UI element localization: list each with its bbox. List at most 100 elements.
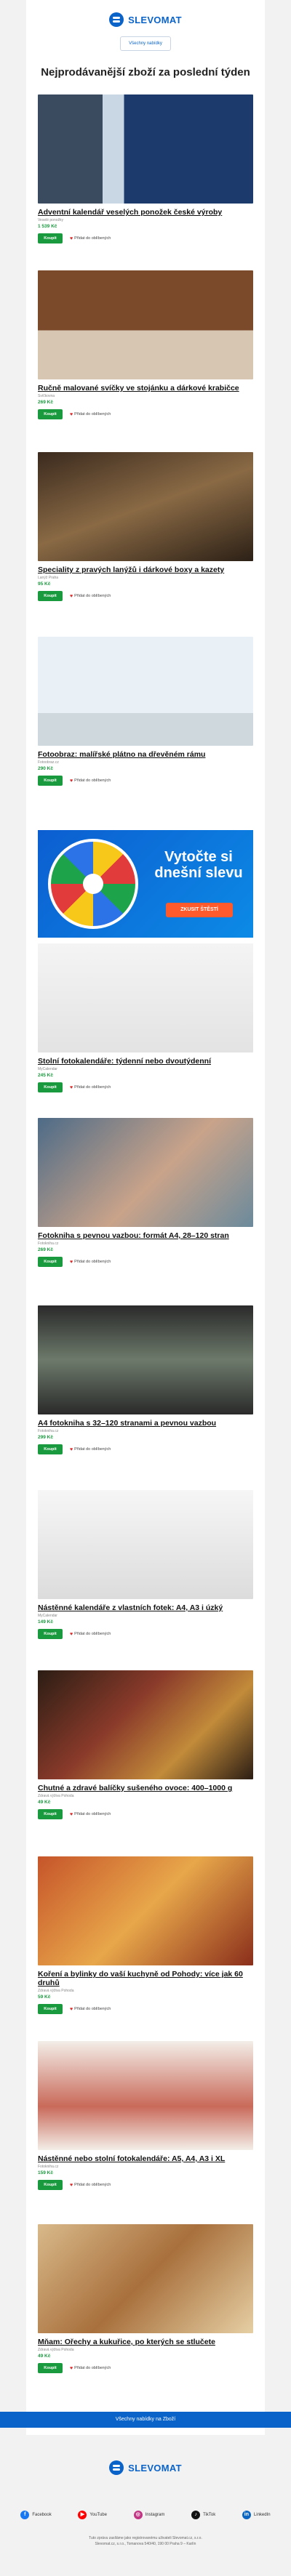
social-label: Instagram bbox=[145, 2513, 165, 2517]
add-to-favorites-link[interactable]: ♥ Přidat do oblíbených bbox=[70, 778, 111, 784]
social-link-tiktok[interactable]: ♪ TikTok bbox=[191, 2511, 215, 2519]
buy-button[interactable]: Koupit bbox=[38, 1257, 63, 1267]
heart-icon: ♥ bbox=[70, 1084, 73, 1090]
product-title-link[interactable]: Chutné a zdravé balíčky sušeného ovoce: … bbox=[38, 1784, 253, 1792]
add-to-favorites-link[interactable]: ♥ Přidat do oblíbených bbox=[70, 236, 111, 241]
facebook-icon: f bbox=[20, 2511, 30, 2519]
footer-logo[interactable]: SLEVOMAT bbox=[0, 2457, 291, 2479]
youtube-icon: ▶ bbox=[78, 2511, 87, 2519]
product-title-link[interactable]: Fotokniha s pevnou vazbou: formát A4, 28… bbox=[38, 1231, 253, 1240]
product-image[interactable] bbox=[38, 1490, 253, 1599]
product-item: A4 fotokniha s 32–120 stranami a pevnou … bbox=[38, 1305, 253, 1454]
product-image[interactable] bbox=[38, 94, 253, 204]
add-to-favorites-link[interactable]: ♥ Přidat do oblíbených bbox=[70, 2183, 111, 2188]
add-to-favorites-link[interactable]: ♥ Přidat do oblíbených bbox=[70, 1260, 111, 1265]
favorites-label: Přidat do oblíbených bbox=[74, 1632, 111, 1636]
product-title-link[interactable]: A4 fotokniha s 32–120 stranami a pevnou … bbox=[38, 1419, 253, 1428]
product-actions: Koupit ♥ Přidat do oblíbených bbox=[38, 1444, 253, 1454]
favorites-label: Přidat do oblíbených bbox=[74, 2366, 111, 2370]
try-luck-button[interactable]: ZKUSIT ŠTĚSTÍ bbox=[166, 903, 233, 917]
add-to-favorites-link[interactable]: ♥ Přidat do oblíbených bbox=[70, 594, 111, 599]
buy-button[interactable]: Koupit bbox=[38, 2363, 63, 2373]
add-to-favorites-link[interactable]: ♥ Přidat do oblíbených bbox=[70, 412, 111, 417]
product-image[interactable] bbox=[38, 452, 253, 561]
add-to-favorites-link[interactable]: ♥ Přidat do oblíbených bbox=[70, 1447, 111, 1452]
product-title-link[interactable]: Ručně malované svíčky ve stojánku a dárk… bbox=[38, 384, 253, 393]
add-to-favorites-link[interactable]: ♥ Přidat do oblíbených bbox=[70, 1632, 111, 1637]
buy-button[interactable]: Koupit bbox=[38, 1444, 63, 1454]
wheel-of-fortune-banner[interactable]: Vytočte si dnešní slevu ZKUSIT ŠTĚSTÍ bbox=[38, 830, 253, 938]
product-seller: Zdravá výživa Pohoda bbox=[38, 1989, 74, 1993]
buy-button[interactable]: Koupit bbox=[38, 409, 63, 419]
product-actions: Koupit ♥ Přidat do oblíbených bbox=[38, 233, 253, 243]
social-link-youtube[interactable]: ▶ YouTube bbox=[78, 2511, 107, 2519]
social-link-facebook[interactable]: f Facebook bbox=[20, 2511, 52, 2519]
product-image[interactable] bbox=[38, 1670, 253, 1779]
slevomat-logo-icon bbox=[109, 2460, 124, 2475]
social-link-instagram[interactable]: ◎ Instagram bbox=[133, 2511, 165, 2519]
product-title-link[interactable]: Adventní kalendář veselých ponožek české… bbox=[38, 208, 253, 217]
buy-button[interactable]: Koupit bbox=[38, 2004, 63, 2014]
heart-icon: ♥ bbox=[70, 1259, 73, 1265]
product-image[interactable] bbox=[38, 1305, 253, 1414]
product-price: 149 Kč bbox=[38, 1619, 53, 1625]
product-image[interactable] bbox=[38, 1856, 253, 1965]
all-offers-button[interactable]: Všechny nabídky bbox=[120, 36, 171, 51]
product-title-link[interactable]: Nástěnné kalendáře z vlastních fotek: A4… bbox=[38, 1603, 253, 1612]
product-image[interactable] bbox=[38, 943, 253, 1052]
buy-button[interactable]: Koupit bbox=[38, 1809, 63, 1819]
product-price: 95 Kč bbox=[38, 581, 51, 587]
product-actions: Koupit ♥ Přidat do oblíbených bbox=[38, 1629, 253, 1639]
buy-button[interactable]: Koupit bbox=[38, 1629, 63, 1639]
product-title-link[interactable]: Stolní fotokalendáře: týdenní nebo dvout… bbox=[38, 1057, 253, 1066]
favorites-label: Přidat do oblíbených bbox=[74, 778, 111, 783]
product-item: Chutné a zdravé balíčky sušeného ovoce: … bbox=[38, 1670, 253, 1819]
favorites-label: Přidat do oblíbených bbox=[74, 412, 111, 416]
product-seller: Fotokniha.cz bbox=[38, 1241, 59, 1246]
product-title-link[interactable]: Mňam: Ořechy a kukuřice, po kterých se s… bbox=[38, 2338, 253, 2346]
buy-button[interactable]: Koupit bbox=[38, 2180, 63, 2190]
product-image[interactable] bbox=[38, 1118, 253, 1227]
product-actions: Koupit ♥ Přidat do oblíbených bbox=[38, 1257, 253, 1267]
slevomat-logo[interactable]: SLEVOMAT bbox=[26, 9, 265, 31]
product-image[interactable] bbox=[38, 270, 253, 379]
product-item: Speciality z pravých lanýžů i dárkové bo… bbox=[38, 452, 253, 601]
add-to-favorites-link[interactable]: ♥ Přidat do oblíbených bbox=[70, 1812, 111, 1817]
product-item: Nástěnné nebo stolní fotokalendáře: A5, … bbox=[38, 2041, 253, 2190]
buy-button[interactable]: Koupit bbox=[38, 233, 63, 243]
footer: SLEVOMAT f Facebook ▶ YouTube ◎ Instagram ♪ Tik… bbox=[0, 2435, 291, 2576]
heart-icon: ♥ bbox=[70, 2006, 73, 2012]
product-image[interactable] bbox=[38, 2224, 253, 2333]
add-to-favorites-link[interactable]: ♥ Přidat do oblíbených bbox=[70, 2007, 111, 2012]
footer-address: Slevomat.cz, s.r.o., Tomanova 540/40, 19… bbox=[95, 2542, 196, 2546]
product-title-link[interactable]: Nástěnné nebo stolní fotokalendáře: A5, … bbox=[38, 2154, 253, 2163]
product-item: Ručně malované svíčky ve stojánku a dárk… bbox=[38, 270, 253, 419]
buy-button[interactable]: Koupit bbox=[38, 1082, 63, 1092]
buy-button[interactable]: Koupit bbox=[38, 776, 63, 786]
product-actions: Koupit ♥ Přidat do oblíbených bbox=[38, 591, 253, 601]
product-seller: Zdravá výživa Pohoda bbox=[38, 1794, 74, 1798]
buy-button[interactable]: Koupit bbox=[38, 591, 63, 601]
product-title-link[interactable]: Speciality z pravých lanýžů i dárkové bo… bbox=[38, 565, 253, 574]
product-image[interactable] bbox=[38, 2041, 253, 2150]
add-to-favorites-link[interactable]: ♥ Přidat do oblíbených bbox=[70, 2366, 111, 2371]
product-seller: Fotoobraz.cz bbox=[38, 760, 59, 765]
heart-icon: ♥ bbox=[70, 1631, 73, 1637]
product-title-link[interactable]: Fotoobraz: malířské plátno na dřevěném r… bbox=[38, 750, 253, 759]
social-links: f Facebook ▶ YouTube ◎ Instagram ♪ TikTok in Link… bbox=[0, 2511, 291, 2519]
add-to-favorites-link[interactable]: ♥ Přidat do oblíbených bbox=[70, 1085, 111, 1090]
product-image[interactable] bbox=[38, 637, 253, 746]
social-link-linkedin[interactable]: in LinkedIn bbox=[242, 2511, 271, 2519]
all-offers-bottom-button[interactable]: Všechny nabídky na Zboží bbox=[0, 2412, 291, 2428]
product-seller: Veselé ponožky bbox=[38, 218, 64, 222]
product-price: 49 Kč bbox=[38, 2354, 51, 2359]
heart-icon: ♥ bbox=[70, 1446, 73, 1452]
social-label: YouTube bbox=[89, 2513, 107, 2517]
favorites-label: Přidat do oblíbených bbox=[74, 1447, 111, 1452]
product-item: Fotokniha s pevnou vazbou: formát A4, 28… bbox=[38, 1118, 253, 1267]
product-title-link[interactable]: Koření a bylinky do vaší kuchyně od Poho… bbox=[38, 1970, 253, 1987]
slevomat-logo-icon bbox=[109, 12, 124, 27]
product-price: 269 Kč bbox=[38, 1247, 53, 1252]
product-seller: MyCalendar bbox=[38, 1067, 57, 1071]
product-actions: Koupit ♥ Přidat do oblíbených bbox=[38, 776, 253, 786]
